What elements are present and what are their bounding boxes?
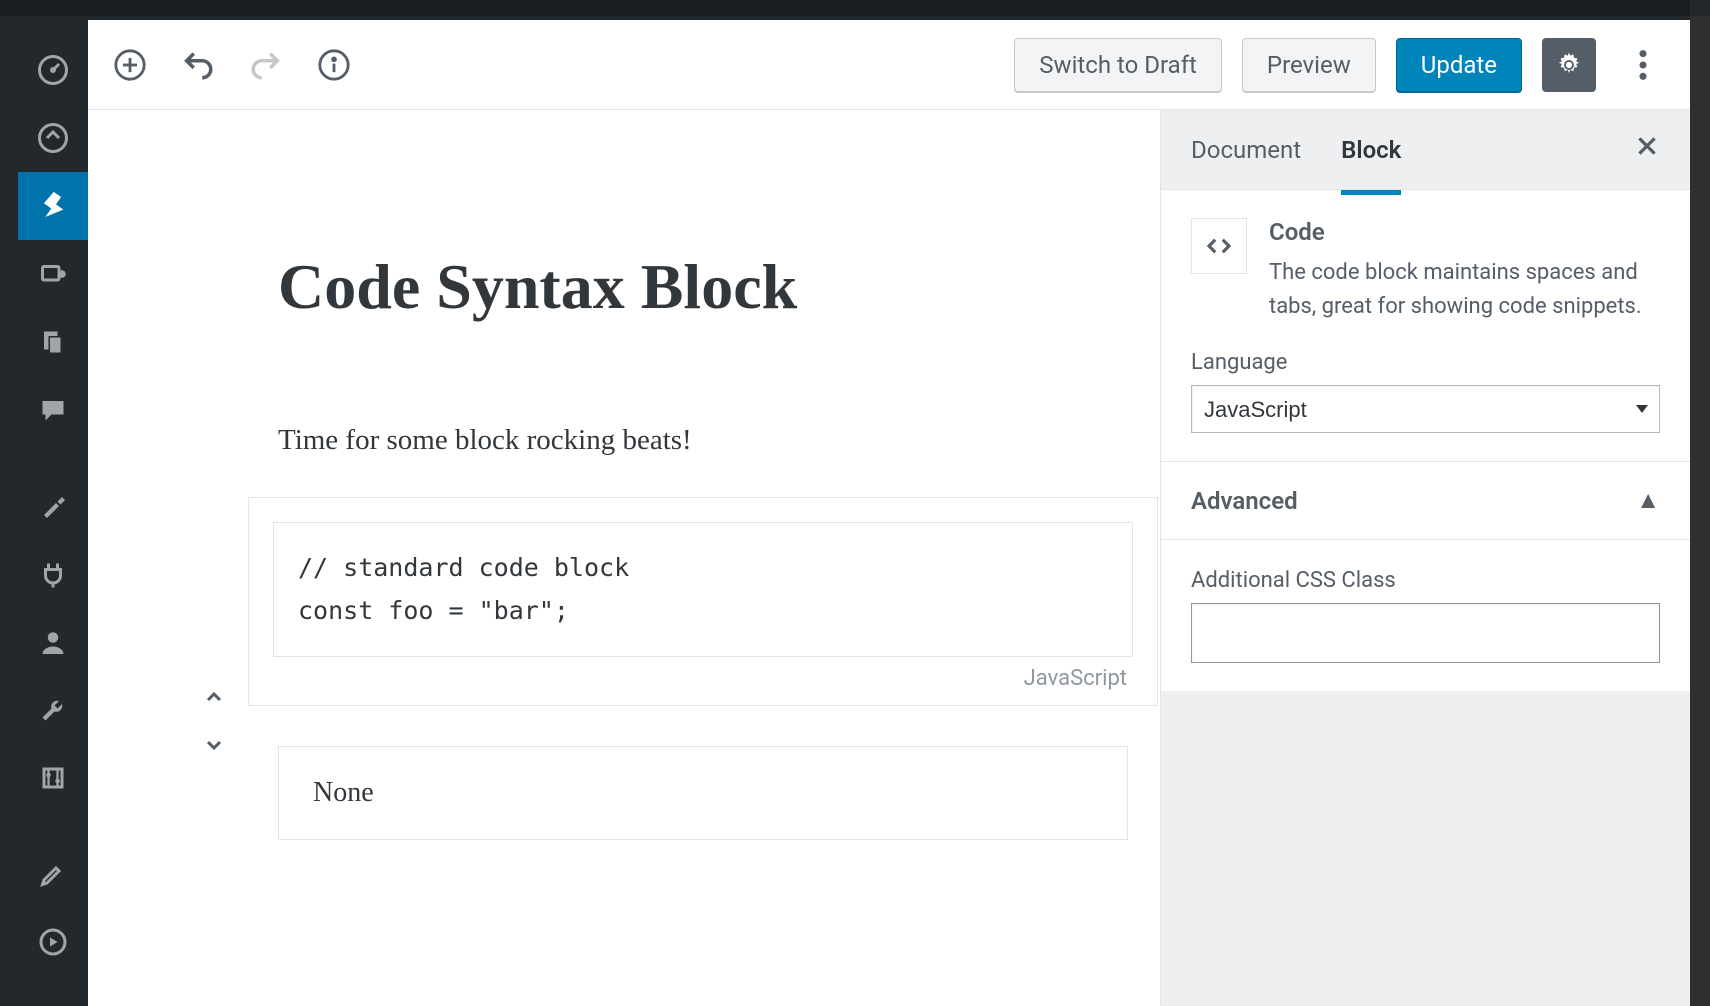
chevron-up-icon: ▲ xyxy=(1636,486,1660,515)
post-title[interactable]: Code Syntax Block xyxy=(278,250,1160,324)
info-icon[interactable] xyxy=(312,43,356,87)
block-mover xyxy=(202,685,226,761)
sidebar-empty-area xyxy=(1161,691,1690,1006)
post-paragraph[interactable]: Time for some block rocking beats! xyxy=(278,424,1160,457)
more-options-icon[interactable] xyxy=(1616,38,1670,92)
advanced-label: Advanced xyxy=(1191,487,1298,515)
undo-icon[interactable] xyxy=(176,43,220,87)
advanced-panel-body: Additional CSS Class xyxy=(1161,540,1690,691)
redo-icon[interactable] xyxy=(244,43,288,87)
move-up-icon[interactable] xyxy=(202,685,226,713)
code-lang-label: JavaScript xyxy=(1024,666,1127,691)
tab-document[interactable]: Document xyxy=(1191,110,1301,190)
plugins-icon[interactable] xyxy=(18,540,88,608)
dashboard-icon[interactable] xyxy=(18,36,88,104)
settings-sidebar: Document Block Code The code block maint… xyxy=(1160,110,1690,1006)
right-scrollbar[interactable] xyxy=(1690,16,1710,1006)
add-block-icon[interactable] xyxy=(108,43,152,87)
play-icon[interactable] xyxy=(18,908,88,976)
switch-to-draft-button[interactable]: Switch to Draft xyxy=(1014,38,1222,92)
tab-block[interactable]: Block xyxy=(1341,110,1401,195)
editor-frame: Switch to Draft Preview Update Code Synt… xyxy=(88,20,1690,1006)
close-sidebar-icon[interactable] xyxy=(1634,132,1660,167)
settings-gear-button[interactable] xyxy=(1542,38,1596,92)
pages-icon[interactable] xyxy=(18,308,88,376)
editor-canvas[interactable]: Code Syntax Block Time for some block ro… xyxy=(88,110,1160,1006)
css-class-input[interactable] xyxy=(1191,603,1660,663)
preview-button[interactable]: Preview xyxy=(1242,38,1376,92)
edit-icon[interactable] xyxy=(18,840,88,908)
block-type-description: The code block maintains spaces and tabs… xyxy=(1269,256,1660,324)
comments-icon[interactable] xyxy=(18,376,88,444)
tools-icon[interactable] xyxy=(18,676,88,744)
editor-header: Switch to Draft Preview Update xyxy=(88,20,1690,110)
none-block[interactable]: None xyxy=(278,746,1128,840)
block-info-section: Code The code block maintains spaces and… xyxy=(1161,190,1690,462)
code-block[interactable]: // standard code block const foo = "bar"… xyxy=(248,497,1158,706)
code-textarea[interactable]: // standard code block const foo = "bar"… xyxy=(273,522,1133,657)
gutenberg-icon[interactable] xyxy=(18,104,88,172)
update-button[interactable]: Update xyxy=(1396,38,1522,92)
admin-sidebar xyxy=(18,16,88,1006)
advanced-panel-toggle[interactable]: Advanced ▲ xyxy=(1161,462,1690,540)
block-type-title: Code xyxy=(1269,218,1660,246)
chrome-top-strip xyxy=(0,0,1690,16)
sidebar-tabs: Document Block xyxy=(1161,110,1690,190)
move-down-icon[interactable] xyxy=(202,733,226,761)
users-icon[interactable] xyxy=(18,608,88,676)
media-icon[interactable] xyxy=(18,240,88,308)
language-label: Language xyxy=(1191,350,1660,375)
appearance-icon[interactable] xyxy=(18,472,88,540)
css-class-label: Additional CSS Class xyxy=(1191,568,1660,593)
settings-icon[interactable] xyxy=(18,744,88,812)
language-select[interactable]: JavaScript xyxy=(1191,385,1660,433)
posts-icon[interactable] xyxy=(18,172,88,240)
code-block-icon xyxy=(1191,218,1247,274)
